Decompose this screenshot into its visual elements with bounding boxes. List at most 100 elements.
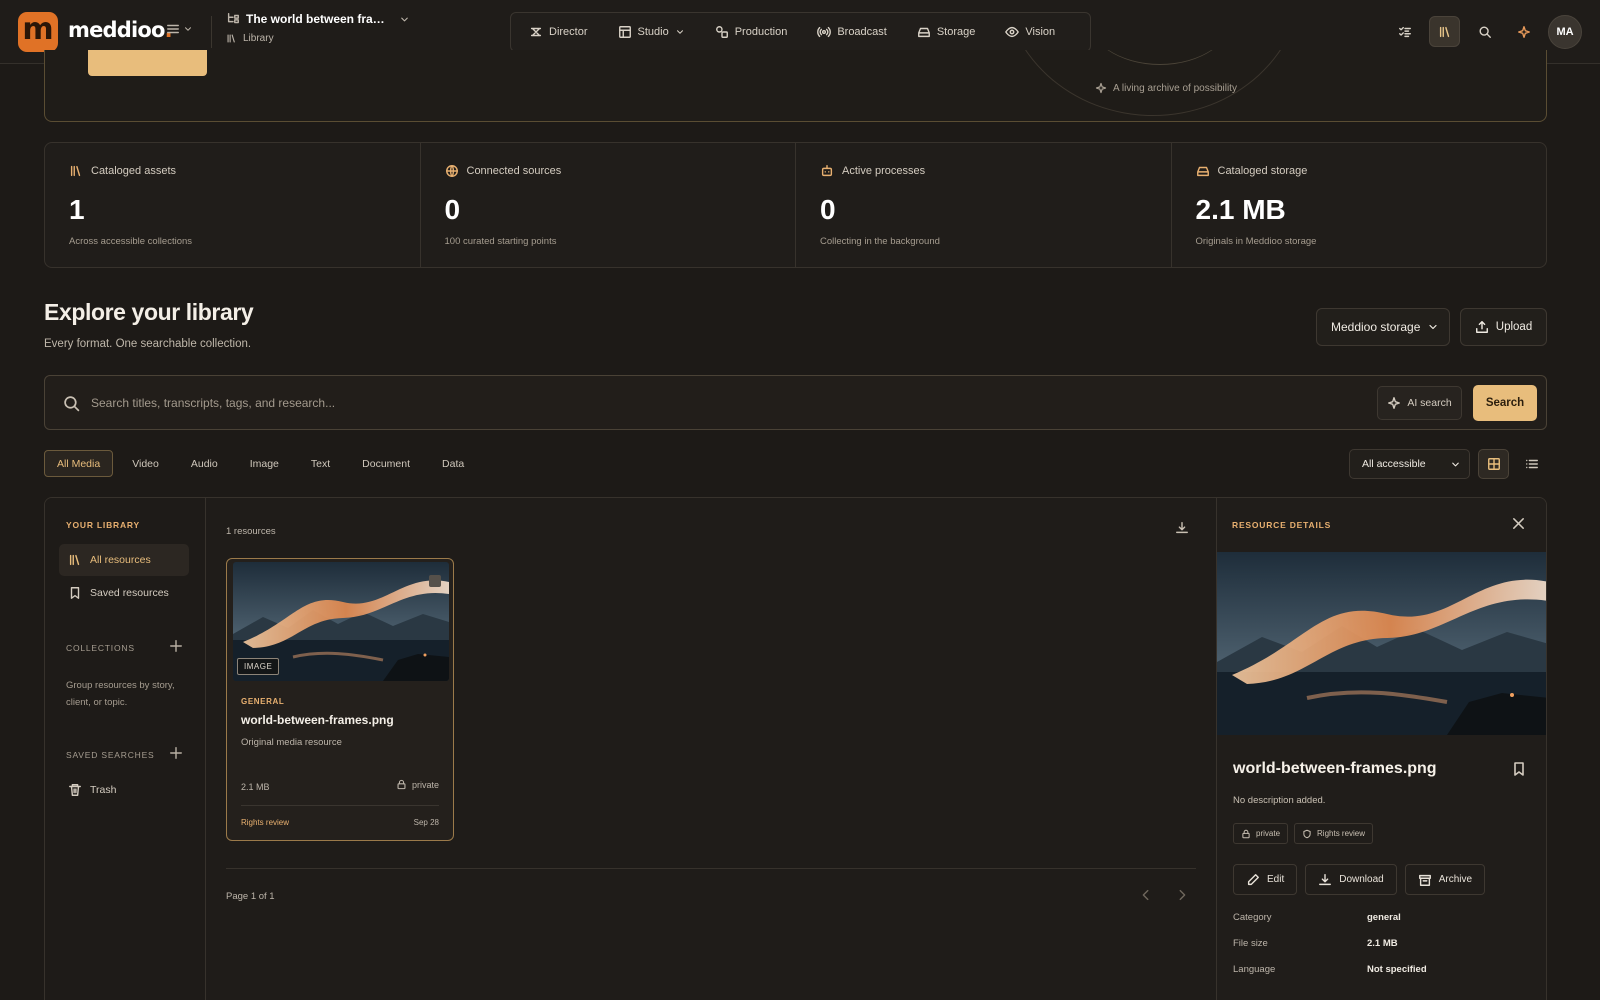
layout-icon xyxy=(618,26,631,38)
resource-details-panel: RESOURCE DETAILS world-between-frames.pn… xyxy=(1216,498,1546,1000)
nav-production[interactable]: Production xyxy=(715,25,787,39)
nav-vision[interactable]: Vision xyxy=(1005,25,1055,39)
close-details-button[interactable] xyxy=(1511,516,1526,531)
project-section: Library xyxy=(243,33,274,44)
stat-caption: 100 curated starting points xyxy=(444,236,557,247)
library-icon xyxy=(1439,26,1449,37)
shield-icon xyxy=(1303,829,1311,838)
previous-page-button[interactable] xyxy=(1139,888,1153,902)
meddioo-logo[interactable]: m xyxy=(18,12,58,52)
stat-value: 0 xyxy=(820,194,836,225)
globe-icon xyxy=(445,165,458,177)
hero-banner: A living archive of possibility xyxy=(44,50,1547,122)
filter-video[interactable]: Video xyxy=(119,450,172,477)
lock-icon xyxy=(397,779,406,790)
sidebar-item-trash[interactable]: Trash xyxy=(59,774,189,806)
search-submit-button[interactable]: Search xyxy=(1473,385,1537,421)
visibility-badge: private xyxy=(396,779,439,790)
grid-view-button[interactable] xyxy=(1478,449,1509,479)
chevron-down-icon xyxy=(1452,462,1459,466)
resource-card[interactable]: IMAGE GENERAL world-between-frames.png O… xyxy=(226,558,454,841)
hamburger-icon xyxy=(167,24,179,34)
project-title: The world between fra… xyxy=(246,12,385,26)
tasks-button[interactable] xyxy=(1389,16,1420,47)
filter-image[interactable]: Image xyxy=(237,450,292,477)
stat-caption: Across accessible collections xyxy=(69,236,193,247)
filter-audio[interactable]: Audio xyxy=(178,450,231,477)
main-menu-button[interactable] xyxy=(166,22,193,36)
next-page-button[interactable] xyxy=(1175,888,1189,902)
media-type-filters: All Media Video Audio Image Text Documen… xyxy=(44,450,483,477)
list-icon xyxy=(1525,459,1538,469)
archive-button[interactable]: Archive xyxy=(1404,864,1486,895)
bookmark-icon xyxy=(70,587,80,599)
stat-cataloged-assets: Cataloged assets 1 Across accessible col… xyxy=(45,143,421,267)
download-icon xyxy=(1319,873,1332,885)
edit-button[interactable]: Edit xyxy=(1233,864,1298,895)
access-filter-select[interactable]: All accessible xyxy=(1349,449,1470,479)
nav-studio[interactable]: Studio xyxy=(618,25,685,39)
add-saved-search-button[interactable] xyxy=(169,746,183,760)
upload-button[interactable]: Upload xyxy=(1460,308,1547,346)
sidebar-item-all-resources[interactable]: All resources xyxy=(59,544,189,576)
search-icon xyxy=(63,395,80,412)
results-area: 1 resources IMAGE GENERAL world-between-… xyxy=(206,498,1216,1000)
chevron-down-icon xyxy=(185,27,191,31)
ai-search-button[interactable]: AI search xyxy=(1377,386,1462,420)
collections-empty-note: Group resources by story, client, or top… xyxy=(66,680,175,708)
ai-assistant-button[interactable] xyxy=(1508,16,1539,47)
bookmark-icon xyxy=(1514,762,1524,776)
chevron-down-icon xyxy=(1429,324,1437,330)
filter-all-media[interactable]: All Media xyxy=(44,450,114,477)
filter-text[interactable]: Text xyxy=(298,450,343,477)
hard-drive-icon xyxy=(917,27,930,38)
hero-cta-button[interactable] xyxy=(88,50,207,76)
stat-caption: Collecting in the background xyxy=(820,236,940,247)
project-tree-icon xyxy=(227,13,239,24)
close-icon xyxy=(1513,518,1524,529)
search-input[interactable] xyxy=(91,388,1091,418)
library-icon xyxy=(69,554,80,566)
search-icon xyxy=(1478,25,1491,38)
storage-source-select[interactable]: Meddioo storage xyxy=(1316,308,1450,346)
search-button[interactable] xyxy=(1469,16,1500,47)
user-avatar[interactable]: MA xyxy=(1548,15,1582,49)
download-button[interactable]: Download xyxy=(1305,864,1397,895)
save-resource-button[interactable] xyxy=(1511,761,1527,777)
nav-director[interactable]: Director xyxy=(529,25,588,39)
stat-cataloged-storage: Cataloged storage 2.1 MB Originals in Me… xyxy=(1172,143,1547,267)
filter-data[interactable]: Data xyxy=(429,450,477,477)
bot-icon xyxy=(821,165,833,177)
sidebar-item-saved-resources[interactable]: Saved resources xyxy=(59,577,189,609)
director-chair-icon xyxy=(530,27,542,37)
project-switcher[interactable]: The world between fra… Library xyxy=(226,12,410,44)
select-checkbox[interactable] xyxy=(429,575,441,587)
visibility-tag: private xyxy=(1233,823,1289,844)
checklist-icon xyxy=(1398,26,1411,37)
sparkles-icon xyxy=(1517,25,1530,38)
download-icon xyxy=(1176,522,1188,534)
hero-tagline: A living archive of possibility xyxy=(1095,82,1237,94)
stat-value: 2.1 MB xyxy=(1195,194,1286,225)
library-icon xyxy=(70,165,81,177)
resource-size: 2.1 MB xyxy=(241,782,270,792)
add-collection-button[interactable] xyxy=(169,639,183,653)
stats-overview: Cataloged assets 1 Across accessible col… xyxy=(44,142,1547,268)
sidebar-title: YOUR LIBRARY xyxy=(66,520,140,530)
details-actions: Edit Download Archive xyxy=(1233,864,1486,895)
filter-document[interactable]: Document xyxy=(349,450,423,477)
collections-heading: COLLECTIONS xyxy=(66,643,135,653)
chevron-right-icon xyxy=(1179,889,1186,901)
sparkles-icon xyxy=(1388,397,1401,409)
library-button[interactable] xyxy=(1429,16,1460,47)
library-sidebar: YOUR LIBRARY All resources Saved resourc… xyxy=(45,498,206,1000)
divider xyxy=(241,805,439,806)
shapes-icon xyxy=(715,26,728,38)
nav-storage[interactable]: Storage xyxy=(917,25,975,39)
divider xyxy=(211,16,212,48)
list-view-button[interactable] xyxy=(1516,449,1547,479)
rights-tag: Rights review xyxy=(1294,823,1374,844)
page-subtitle: Every format. One searchable collection. xyxy=(44,338,252,350)
nav-broadcast[interactable]: Broadcast xyxy=(817,25,887,39)
download-all-button[interactable] xyxy=(1175,521,1189,535)
